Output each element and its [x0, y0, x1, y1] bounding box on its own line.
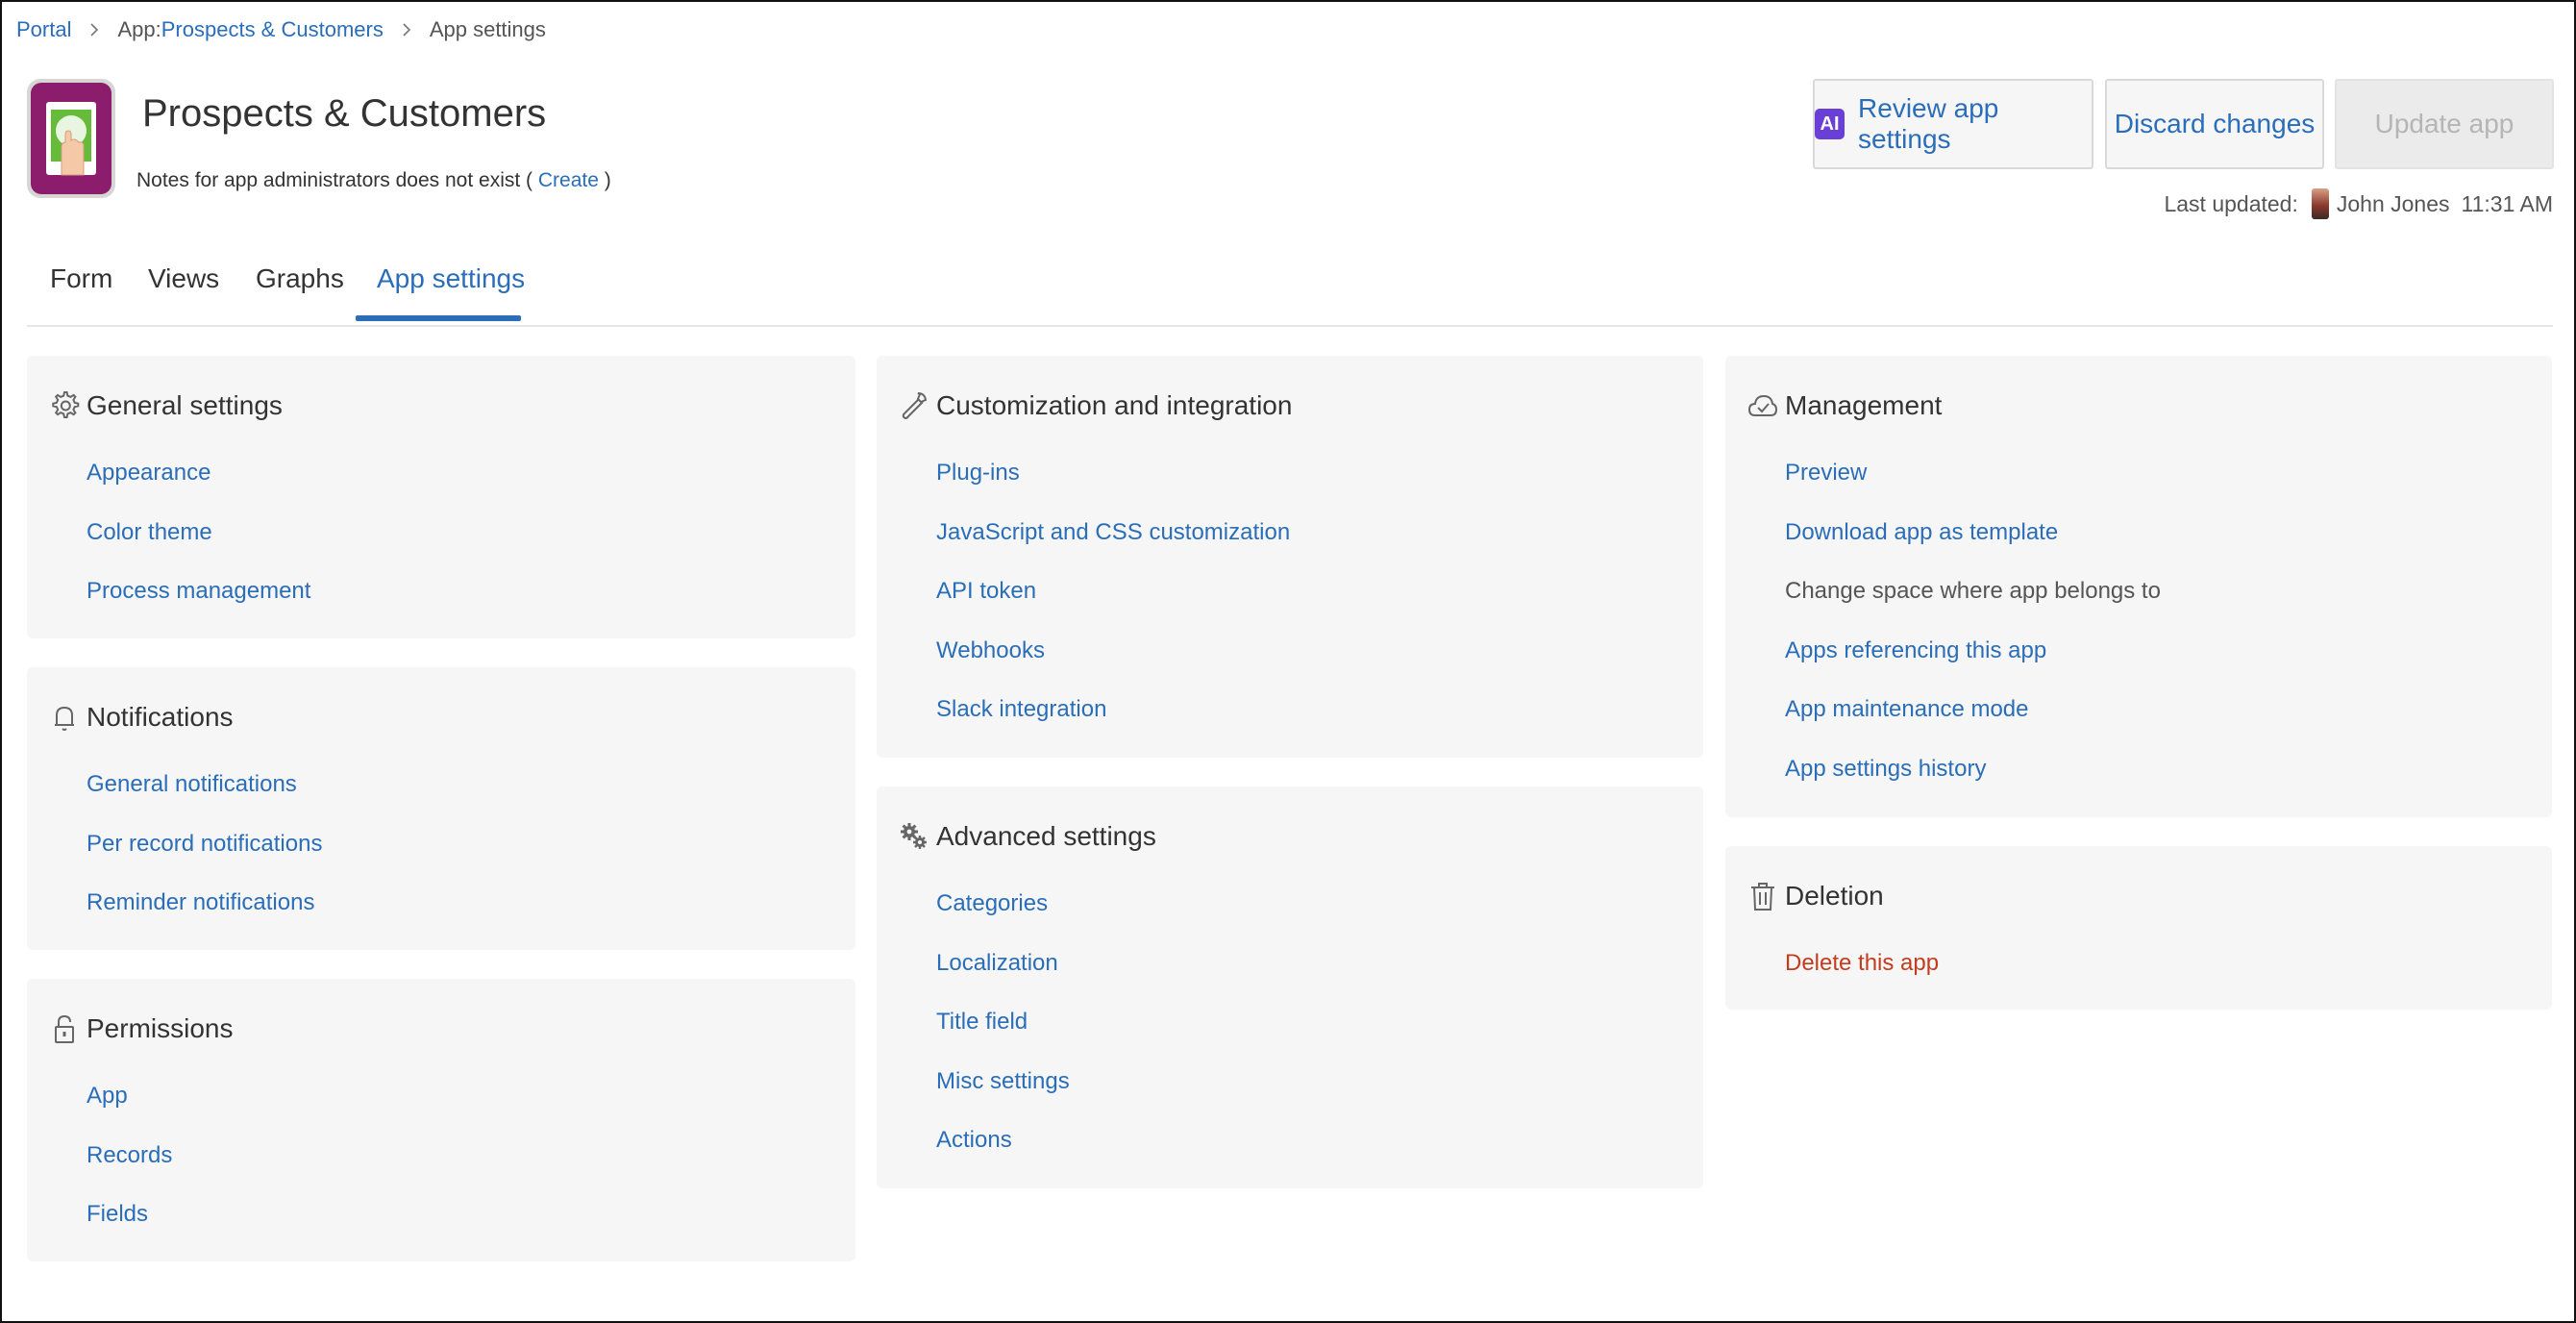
permissions-list: App Records Fields	[87, 1083, 172, 1261]
discard-changes-button[interactable]: Discard changes	[2105, 79, 2324, 169]
gear-icon	[48, 388, 81, 423]
apps-referencing-link[interactable]: Apps referencing this app	[1785, 637, 2161, 697]
appearance-link[interactable]: Appearance	[87, 460, 310, 519]
change-space-text: Change space where app belongs to	[1785, 578, 2161, 604]
ai-icon: AI	[1815, 109, 1845, 139]
breadcrumb: Portal App: Prospects & Customers App se…	[16, 17, 546, 42]
js-css-customization-link[interactable]: JavaScript and CSS customization	[936, 519, 1290, 579]
customization-card: Customization and integration Plug-ins J…	[877, 356, 1703, 758]
settings-history-link[interactable]: App settings history	[1785, 756, 2161, 815]
create-notes-link[interactable]: Create	[538, 169, 599, 191]
notifications-list: General notifications Per record notific…	[87, 771, 322, 949]
process-management-link[interactable]: Process management	[87, 578, 310, 637]
last-updated: Last updated: John Jones 11:31 AM	[2164, 188, 2553, 219]
tab-views[interactable]: Views	[148, 263, 219, 325]
notifications-title: Notifications	[87, 702, 234, 732]
permissions-card: Permissions App Records Fields	[27, 979, 855, 1261]
app-icon	[27, 79, 115, 198]
app-permissions-link[interactable]: App	[87, 1083, 172, 1142]
localization-link[interactable]: Localization	[936, 950, 1070, 1010]
general-settings-list: Appearance Color theme Process managemen…	[87, 460, 310, 637]
last-updated-user: John Jones	[2336, 190, 2450, 216]
management-card: Management Preview Download app as templ…	[1725, 356, 2552, 817]
page-title: Prospects & Customers	[142, 92, 547, 135]
deletion-card: Deletion Delete this app	[1725, 846, 2552, 1010]
customization-list: Plug-ins JavaScript and CSS customizatio…	[936, 460, 1290, 756]
fields-permissions-link[interactable]: Fields	[87, 1201, 172, 1261]
management-list: Preview Download app as template Change …	[1785, 460, 2161, 814]
advanced-settings-title: Advanced settings	[936, 821, 1156, 851]
trash-icon	[1746, 879, 1779, 913]
notifications-card: Notifications General notifications Per …	[27, 667, 855, 950]
maintenance-mode-link[interactable]: App maintenance mode	[1785, 696, 2161, 756]
deletion-title: Deletion	[1785, 881, 1884, 911]
color-theme-link[interactable]: Color theme	[87, 519, 310, 579]
tab-bar: Form Views Graphs App settings	[27, 258, 2553, 327]
last-updated-label: Last updated:	[2164, 190, 2298, 216]
breadcrumb-app-link[interactable]: Prospects & Customers	[161, 17, 384, 42]
permissions-title: Permissions	[87, 1013, 234, 1043]
plug-ins-link[interactable]: Plug-ins	[936, 460, 1290, 519]
breadcrumb-app-prefix: App:	[117, 17, 161, 41]
chevron-right-icon	[401, 23, 412, 37]
deletion-list: Delete this app	[1785, 950, 1939, 1010]
general-settings-card: General settings Appearance Color theme …	[27, 356, 855, 638]
per-record-notifications-link[interactable]: Per record notifications	[87, 831, 322, 890]
review-app-settings-label: Review app settings	[1858, 93, 1999, 154]
webhooks-link[interactable]: Webhooks	[936, 637, 1290, 697]
customization-title: Customization and integration	[936, 390, 1293, 420]
chevron-right-icon	[88, 23, 100, 37]
bell-icon	[48, 700, 81, 735]
advanced-settings-list: Categories Localization Title field Misc…	[936, 890, 1070, 1186]
actions-link[interactable]: Actions	[936, 1127, 1070, 1186]
review-app-settings-button[interactable]: AI Review app settings	[1813, 79, 2093, 169]
categories-link[interactable]: Categories	[936, 890, 1070, 950]
tab-form[interactable]: Form	[50, 263, 112, 325]
records-permissions-link[interactable]: Records	[87, 1142, 172, 1202]
breadcrumb-portal-link[interactable]: Portal	[16, 17, 71, 42]
last-updated-time: 11:31 AM	[2461, 190, 2553, 216]
misc-settings-link[interactable]: Misc settings	[936, 1068, 1070, 1128]
wrench-icon	[898, 388, 930, 423]
delete-app-link[interactable]: Delete this app	[1785, 950, 1939, 1010]
hand-card-icon	[46, 102, 96, 176]
preview-link[interactable]: Preview	[1785, 460, 2161, 519]
admin-notes-text: Notes for app administrators does not ex…	[136, 169, 533, 191]
tab-graphs[interactable]: Graphs	[256, 263, 344, 325]
active-tab-indicator	[356, 315, 521, 321]
admin-notes: Notes for app administrators does not ex…	[136, 169, 611, 192]
avatar	[2311, 188, 2329, 219]
gears-icon	[898, 819, 930, 854]
general-settings-title: General settings	[87, 390, 283, 420]
api-token-link[interactable]: API token	[936, 578, 1290, 637]
cloud-check-icon	[1746, 388, 1779, 423]
lock-icon	[48, 1011, 81, 1046]
title-field-link[interactable]: Title field	[936, 1009, 1070, 1068]
admin-notes-close: )	[604, 169, 611, 191]
general-notifications-link[interactable]: General notifications	[87, 771, 322, 831]
reminder-notifications-link[interactable]: Reminder notifications	[87, 889, 322, 949]
breadcrumb-current: App settings	[429, 17, 546, 41]
update-app-button[interactable]: Update app	[2335, 79, 2554, 169]
download-template-link[interactable]: Download app as template	[1785, 519, 2161, 579]
slack-integration-link[interactable]: Slack integration	[936, 696, 1290, 756]
advanced-settings-card: Advanced settings Categories Localizatio…	[877, 786, 1703, 1188]
management-title: Management	[1785, 390, 1943, 420]
